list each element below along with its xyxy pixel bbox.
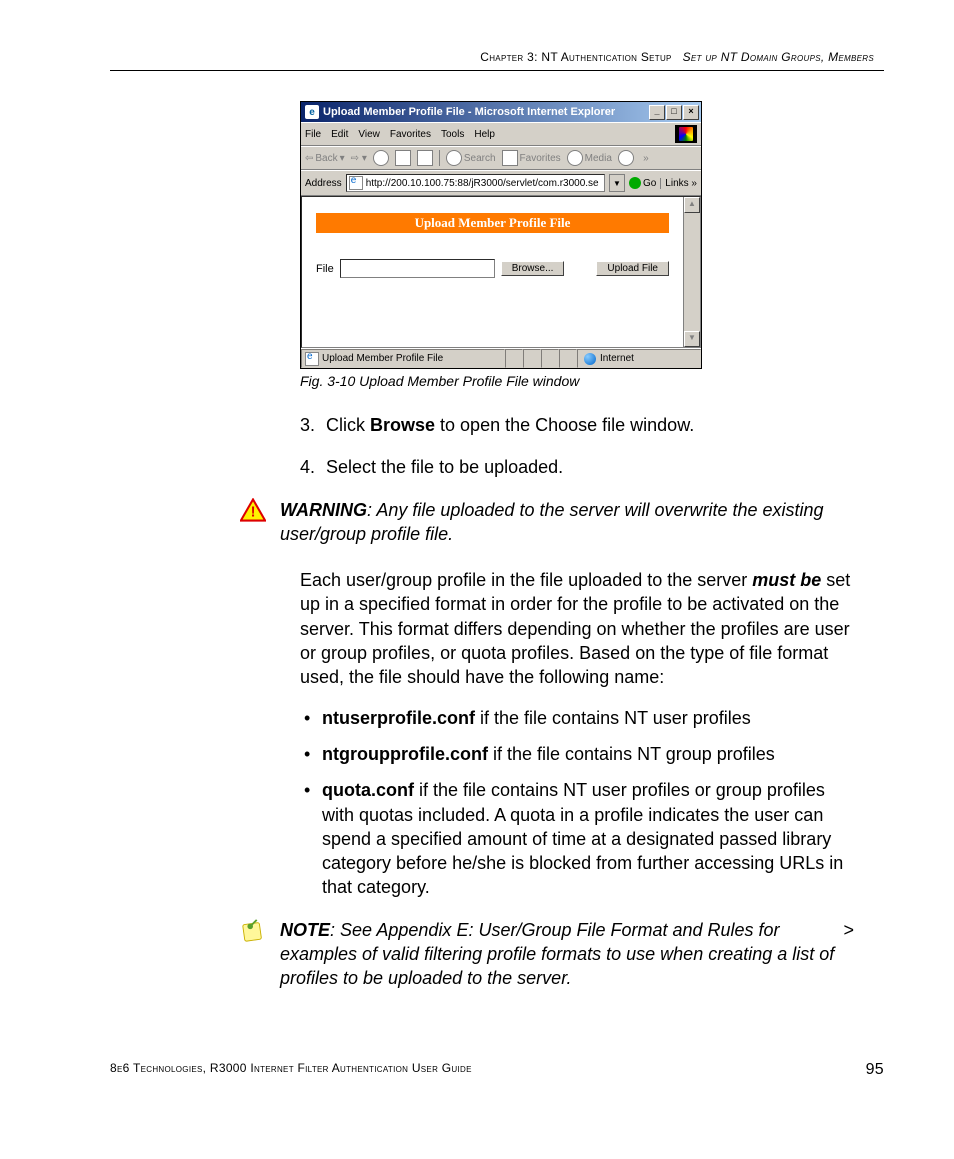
figure-caption: Fig. 3-10 Upload Member Profile File win… [300,373,884,389]
window-title: Upload Member Profile File - Microsoft I… [323,106,648,118]
note-lead: NOTE [280,920,330,940]
scroll-down-icon[interactable]: ▼ [684,331,700,347]
search-button[interactable]: Search [446,150,496,166]
refresh-icon[interactable] [395,150,411,166]
menu-file[interactable]: File [305,129,321,140]
statusbar: Upload Member Profile File Internet [301,348,701,368]
step-3: 3. Click Browse to open the Choose file … [300,413,854,437]
maximize-button[interactable]: □ [666,105,682,120]
home-icon[interactable] [417,150,433,166]
svg-text:!: ! [251,504,256,520]
minimize-button[interactable]: _ [649,105,665,120]
page-title-band: Upload Member Profile File [316,213,669,233]
step-4: 4. Select the file to be uploaded. [300,455,854,479]
links-label[interactable]: Links » [660,178,697,189]
status-cell [559,349,577,368]
upload-file-button[interactable]: Upload File [596,261,669,276]
address-dropdown-icon[interactable]: ▼ [609,174,625,192]
menu-view[interactable]: View [358,129,380,140]
toolbar-overflow-icon[interactable]: » [640,153,652,164]
running-header: Chapter 3: NT Authentication Setup Set u… [110,50,884,64]
address-value: http://200.10.100.75:88/jR3000/servlet/c… [366,178,599,189]
history-icon[interactable] [618,150,634,166]
scroll-up-icon[interactable]: ▲ [684,197,700,213]
status-page-icon [305,352,319,366]
step-text: Select the file to be uploaded. [326,455,563,479]
note-callout: NOTE: See Appendix E: User/Group File Fo… [240,918,854,991]
menubar: File Edit View Favorites Tools Help [301,122,701,146]
header-section: Set up NT Domain Groups, Members [683,50,874,64]
warning-icon: ! [240,498,266,522]
address-input[interactable]: http://200.10.100.75:88/jR3000/servlet/c… [346,174,605,192]
menu-help[interactable]: Help [474,129,495,140]
list-item: ntuserprofile.conf if the file contains … [300,706,854,730]
status-cell [541,349,559,368]
status-zone: Internet [600,353,634,364]
status-cell [505,349,523,368]
menu-edit[interactable]: Edit [331,129,348,140]
ie-icon: e [305,105,319,119]
note-text: : See Appendix E: User/Group File Format… [280,920,834,989]
list-item: ntgroupprofile.conf if the file contains… [300,742,854,766]
note-icon [240,918,266,944]
warning-callout: ! WARNING: Any file uploaded to the serv… [240,498,854,547]
close-button[interactable]: × [683,105,699,120]
forward-button[interactable]: ⇨ ▾ [351,153,367,164]
list-item: quota.conf if the file contains NT user … [300,778,854,899]
menu-tools[interactable]: Tools [441,129,464,140]
content-area: Upload Member Profile File File Browse..… [301,196,701,348]
browse-button[interactable]: Browse... [501,261,565,276]
file-label: File [316,263,334,275]
file-row: File Browse... Upload File [316,259,669,278]
ie-throbber-icon [675,125,697,143]
back-button[interactable]: ⇦ Back ▾ [305,153,345,164]
header-chapter: Chapter 3: NT Authentication Setup [480,50,671,64]
file-input[interactable] [340,259,495,278]
internet-zone-icon [584,353,596,365]
ie-window: e Upload Member Profile File - Microsoft… [300,101,702,369]
paragraph: Each user/group profile in the file uplo… [300,568,854,689]
address-label: Address [305,178,342,189]
step-number: 3. [300,413,326,437]
page-footer: 8e6 Technologies, R3000 Internet Filter … [110,1061,884,1079]
warning-lead: WARNING [280,500,367,520]
step-number: 4. [300,455,326,479]
status-text: Upload Member Profile File [322,353,443,364]
menu-favorites[interactable]: Favorites [390,129,431,140]
step-text: Click Browse to open the Choose file win… [326,413,694,437]
scrollbar[interactable]: ▲ ▼ [683,197,700,347]
status-cell [523,349,541,368]
media-button[interactable]: Media [567,150,612,166]
page-number: 95 [866,1061,884,1079]
filename-list: ntuserprofile.conf if the file contains … [300,706,854,900]
go-button[interactable]: Go [629,177,656,189]
page-icon [349,176,363,190]
address-bar: Address http://200.10.100.75:88/jR3000/s… [301,170,701,196]
favorites-button[interactable]: Favorites [502,150,561,166]
titlebar: e Upload Member Profile File - Microsoft… [301,102,701,122]
stop-icon[interactable] [373,150,389,166]
toolbar: ⇦ Back ▾ ⇨ ▾ Search Favorites Media » [301,146,701,170]
footer-text: 8e6 Technologies, R3000 Internet Filter … [110,1061,866,1079]
header-rule [110,70,884,71]
